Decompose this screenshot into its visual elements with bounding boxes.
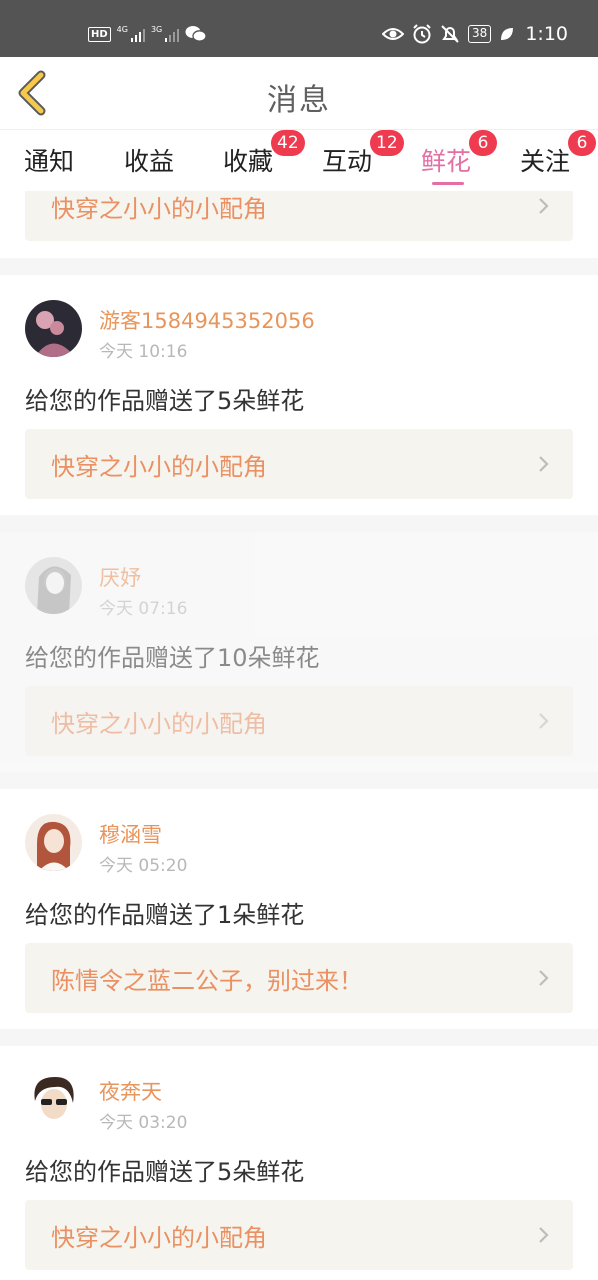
- message-time: 今天 10:16: [99, 342, 188, 362]
- work-title: 快穿之小小的小配角: [51, 710, 267, 738]
- network-type-label-2: 3G: [150, 25, 163, 34]
- status-left: HD 4G 3G: [88, 22, 207, 46]
- tab-label: 通知: [24, 147, 75, 176]
- sender-name[interactable]: 游客1584945352056: [99, 305, 315, 335]
- battery-indicator: 38: [468, 25, 492, 43]
- unread-badge: 42: [271, 130, 305, 156]
- sender-name[interactable]: 夜奔天: [99, 1076, 162, 1106]
- tab-flowers[interactable]: 鲜花 6: [421, 130, 497, 178]
- tab-label: 鲜花: [421, 147, 472, 176]
- sender-name[interactable]: 厌妤: [99, 562, 141, 592]
- header-bar: 消息: [0, 57, 598, 129]
- hd-indicator: HD: [88, 26, 111, 42]
- message-time: 今天 03:20: [99, 1113, 188, 1133]
- alarm-icon: [413, 24, 431, 44]
- message-text: 给您的作品赠送了1朵鲜花: [25, 901, 305, 929]
- work-link[interactable]: 陈情令之蓝二公子，别过来！: [25, 943, 573, 1013]
- message-list[interactable]: 快穿之小小的小配角 游客1584945352056 今天 10:16 给您的作品…: [0, 191, 598, 1280]
- unread-badge: 12: [370, 130, 404, 156]
- message-card: 穆涵雪 今天 05:20 给您的作品赠送了1朵鲜花 陈情令之蓝二公子，别过来！: [0, 789, 598, 1029]
- mute-bell-icon: [441, 25, 459, 43]
- message-time: 今天 05:20: [99, 856, 188, 876]
- message-time: 今天 07:16: [99, 599, 188, 619]
- active-tab-indicator: [432, 182, 464, 185]
- page-title: 消息: [267, 83, 331, 118]
- chevron-right-icon: [539, 970, 549, 986]
- signal-icon: 4G: [117, 26, 145, 42]
- chevron-right-icon: [539, 456, 549, 472]
- tab-label: 互动: [322, 147, 373, 176]
- tab-follow[interactable]: 关注 6: [520, 130, 596, 178]
- work-link[interactable]: 快穿之小小的小配角: [25, 429, 573, 499]
- avatar[interactable]: [25, 814, 82, 871]
- chevron-right-icon: [539, 1227, 549, 1243]
- network-type-label: 4G: [116, 25, 128, 34]
- work-link[interactable]: 快穿之小小的小配角: [25, 686, 573, 756]
- message-card: 快穿之小小的小配角: [0, 191, 598, 258]
- tab-interaction[interactable]: 互动 12: [322, 130, 404, 178]
- avatar[interactable]: [25, 300, 82, 357]
- unread-badge: 6: [469, 130, 497, 156]
- wechat-icon: [185, 26, 207, 42]
- tab-earnings[interactable]: 收益: [124, 142, 174, 178]
- status-bar: HD 4G 3G 38 1:10: [0, 0, 598, 57]
- chevron-right-icon: [539, 713, 549, 729]
- work-link[interactable]: 快穿之小小的小配角: [25, 1200, 573, 1270]
- message-card: 游客1584945352056 今天 10:16 给您的作品赠送了5朵鲜花 快穿…: [0, 275, 598, 515]
- sender-name[interactable]: 穆涵雪: [99, 819, 162, 849]
- message-text: 给您的作品赠送了5朵鲜花: [25, 1158, 305, 1186]
- message-text: 给您的作品赠送了10朵鲜花: [25, 644, 320, 672]
- message-card: 夜奔天 今天 03:20 给您的作品赠送了5朵鲜花 快穿之小小的小配角: [0, 1046, 598, 1280]
- signal-icon-2: 3G: [150, 25, 180, 42]
- message-card: 厌妤 今天 07:16 给您的作品赠送了10朵鲜花 快穿之小小的小配角: [0, 532, 598, 772]
- tab-label: 关注: [520, 147, 571, 176]
- unread-badge: 6: [568, 130, 596, 156]
- message-text: 给您的作品赠送了5朵鲜花: [25, 387, 305, 415]
- avatar[interactable]: [25, 1071, 82, 1128]
- tab-label: 收藏: [223, 147, 274, 176]
- tab-favorites[interactable]: 收藏 42: [223, 130, 305, 178]
- tab-bar: 通知 收益 收藏 42 互动 12 鲜花 6 关注 6: [0, 129, 598, 191]
- work-title: 陈情令之蓝二公子，别过来！: [51, 967, 363, 995]
- leaf-icon: [501, 28, 514, 40]
- tab-label: 收益: [124, 147, 175, 176]
- eye-icon: [382, 28, 405, 40]
- avatar[interactable]: [25, 557, 82, 614]
- work-title: 快穿之小小的小配角: [51, 195, 267, 223]
- work-title: 快穿之小小的小配角: [51, 1224, 267, 1252]
- status-right: 38 1:10: [382, 22, 568, 46]
- clock-time: 1:10: [525, 23, 568, 45]
- work-link[interactable]: 快穿之小小的小配角: [25, 191, 573, 241]
- tab-notice[interactable]: 通知: [24, 142, 74, 178]
- work-title: 快穿之小小的小配角: [51, 453, 267, 481]
- chevron-right-icon: [539, 198, 549, 214]
